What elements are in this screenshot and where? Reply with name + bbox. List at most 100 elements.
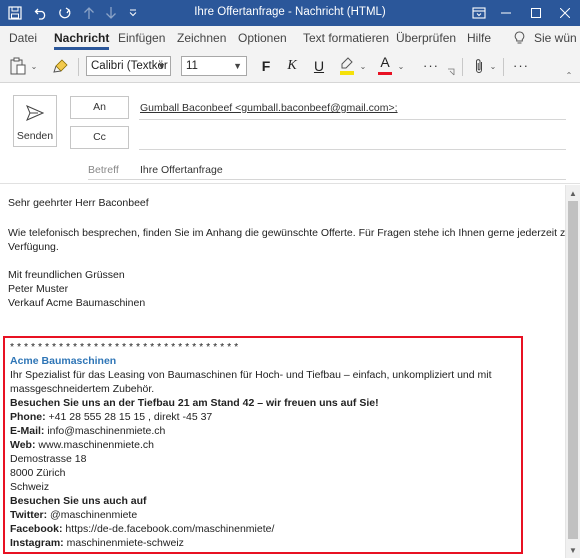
to-button[interactable]: An: [70, 96, 129, 119]
italic-button[interactable]: K: [284, 57, 300, 75]
tab-optionen[interactable]: Optionen: [238, 31, 287, 45]
close-button[interactable]: [550, 0, 580, 26]
attach-dropdown-icon[interactable]: ⌄: [489, 61, 497, 71]
bold-button[interactable]: F: [258, 57, 274, 75]
signature-facebook: Facebook: https://de-de.facebook.com/mas…: [10, 523, 274, 535]
toolbar-separator: [462, 58, 463, 76]
toolbar-separator: [503, 58, 504, 76]
signature-event: Besuchen Sie uns an der Tiefbau 21 am St…: [10, 397, 379, 409]
signature-instagram: Instagram: maschinenmiete-schweiz: [10, 537, 184, 549]
signature-street: Demostrasse 18: [10, 453, 87, 465]
ribbon-display-options-icon[interactable]: [470, 4, 488, 22]
undo-icon[interactable]: [32, 4, 50, 22]
customize-quick-access-icon[interactable]: [124, 4, 142, 22]
cc-button[interactable]: Cc: [70, 126, 129, 149]
vertical-scrollbar[interactable]: ▲ ▼: [565, 185, 580, 558]
signature-country: Schweiz: [10, 481, 50, 493]
tab-datei[interactable]: Datei: [9, 31, 37, 45]
lightbulb-icon: [512, 31, 526, 45]
toolbar-separator: [78, 58, 79, 76]
scrollbar-thumb[interactable]: [568, 201, 578, 539]
font-color-button[interactable]: A: [376, 54, 394, 76]
font-size-value: 11: [186, 60, 198, 72]
signature-divider: * * * * * * * * * * * * * * * * * * * * …: [10, 341, 239, 353]
scroll-down-icon[interactable]: ▼: [566, 543, 580, 557]
signature-web: Web: www.maschinenmiete.ch: [10, 439, 154, 451]
redo-icon[interactable]: [56, 4, 74, 22]
tab-zeichnen[interactable]: Zeichnen: [177, 31, 226, 45]
facebook-label: Facebook:: [10, 523, 63, 535]
minimize-button[interactable]: [491, 0, 521, 26]
dialog-launcher-icon[interactable]: [447, 68, 455, 76]
more-commands-button[interactable]: ···: [510, 57, 532, 73]
paste-dropdown-icon[interactable]: ⌄: [30, 61, 38, 71]
arrow-up-icon[interactable]: [80, 4, 98, 22]
instagram-label: Instagram:: [10, 537, 64, 549]
signature-city: 8000 Zürich: [10, 467, 66, 479]
maximize-icon: [531, 8, 541, 18]
tab-text-formatieren[interactable]: Text formatieren: [303, 31, 389, 45]
email-value[interactable]: info@maschinenmiete.ch: [44, 425, 165, 437]
body-paragraph-line: Verfügung.: [8, 241, 59, 253]
signature-description: Ihr Spezialist für das Leasing von Bauma…: [10, 369, 492, 381]
font-name-combo[interactable]: Calibri (Textkör ▼: [86, 56, 171, 76]
cc-field[interactable]: [139, 149, 566, 150]
tell-me-search[interactable]: Sie wün: [534, 31, 577, 45]
signature-email: E-Mail: info@maschinenmiete.ch: [10, 425, 165, 437]
tab-hilfe[interactable]: Hilfe: [467, 31, 491, 45]
signature-description: massgeschneidertem Zubehör.: [10, 383, 155, 395]
underline-button[interactable]: U: [311, 57, 327, 75]
font-size-combo[interactable]: 11 ▼: [181, 56, 247, 76]
send-button[interactable]: Senden: [13, 95, 57, 147]
tab-nachricht[interactable]: Nachricht: [54, 31, 110, 50]
body-sender-name: Peter Muster: [8, 283, 69, 295]
web-label: Web:: [10, 439, 36, 451]
font-color-dropdown-icon[interactable]: ⌄: [397, 61, 405, 71]
subject-field[interactable]: Ihre Offertanfrage: [140, 164, 223, 176]
attach-file-icon[interactable]: [472, 56, 486, 76]
subject-field-underline: [88, 179, 566, 180]
compose-header: Senden An Gumball Baconbeef <gumball.bac…: [0, 84, 580, 184]
tab-ueberpruefen[interactable]: Überprüfen: [396, 31, 456, 45]
font-color-letter: A: [380, 54, 390, 70]
scroll-up-icon[interactable]: ▲: [566, 186, 580, 200]
web-value[interactable]: www.maschinenmiete.ch: [35, 439, 154, 451]
message-body[interactable]: Sehr geehrter Herr Baconbeef Wie telefon…: [0, 185, 565, 558]
send-icon: [26, 105, 45, 124]
window-title: Ihre Offertanfrage - Nachricht (HTML): [194, 6, 386, 18]
ribbon-toolbar: ⌄ Calibri (Textkör ▼ 11 ▼ F K U ⌄ A ⌄ ··…: [0, 50, 580, 83]
highlight-dropdown-icon[interactable]: ⌄: [359, 61, 367, 71]
close-icon: [560, 8, 570, 18]
ribbon-tabs: Datei Nachricht Einfügen Zeichnen Option…: [0, 26, 580, 50]
signature-company: Acme Baumaschinen: [10, 355, 117, 367]
signature-twitter: Twitter: @maschinenmiete: [10, 509, 137, 521]
highlight-icon[interactable]: [338, 55, 356, 77]
chevron-down-icon: ▼: [157, 61, 166, 71]
to-field[interactable]: Gumball Baconbeef <gumball.baconbeef@gma…: [140, 102, 398, 114]
instagram-value[interactable]: maschinenmiete-schweiz: [64, 537, 184, 549]
body-paragraph-line: Wie telefonisch besprechen, finden Sie i…: [8, 227, 565, 239]
subject-label: Betreff: [88, 164, 119, 176]
maximize-button[interactable]: [521, 0, 551, 26]
paste-icon[interactable]: [9, 57, 27, 75]
email-signature: * * * * * * * * * * * * * * * * * * * * …: [3, 336, 523, 554]
arrow-down-icon[interactable]: [102, 4, 120, 22]
format-painter-icon[interactable]: [52, 57, 70, 75]
more-formatting-button[interactable]: ···: [420, 57, 442, 73]
save-icon[interactable]: [6, 4, 24, 22]
chevron-down-icon: ▼: [233, 61, 242, 71]
minimize-icon: [501, 12, 511, 14]
twitter-label: Twitter:: [10, 509, 48, 521]
email-label: E-Mail:: [10, 425, 45, 437]
tab-einfuegen[interactable]: Einfügen: [118, 31, 165, 45]
twitter-value[interactable]: @maschinenmiete: [47, 509, 137, 521]
collapse-ribbon-icon[interactable]: ⌃: [564, 70, 574, 80]
phone-value: +41 28 555 28 15 15 , direkt -45 37: [45, 411, 213, 423]
font-color-bar: [378, 72, 392, 75]
signature-social-heading: Besuchen Sie uns auch auf: [10, 495, 147, 507]
facebook-value[interactable]: https://de-de.facebook.com/maschinenmiet…: [63, 523, 274, 535]
body-closing: Mit freundlichen Grüssen: [8, 269, 125, 281]
to-field-underline: [139, 119, 566, 120]
title-bar: Ihre Offertanfrage - Nachricht (HTML): [0, 0, 580, 26]
signature-phone: Phone: +41 28 555 28 15 15 , direkt -45 …: [10, 411, 212, 423]
